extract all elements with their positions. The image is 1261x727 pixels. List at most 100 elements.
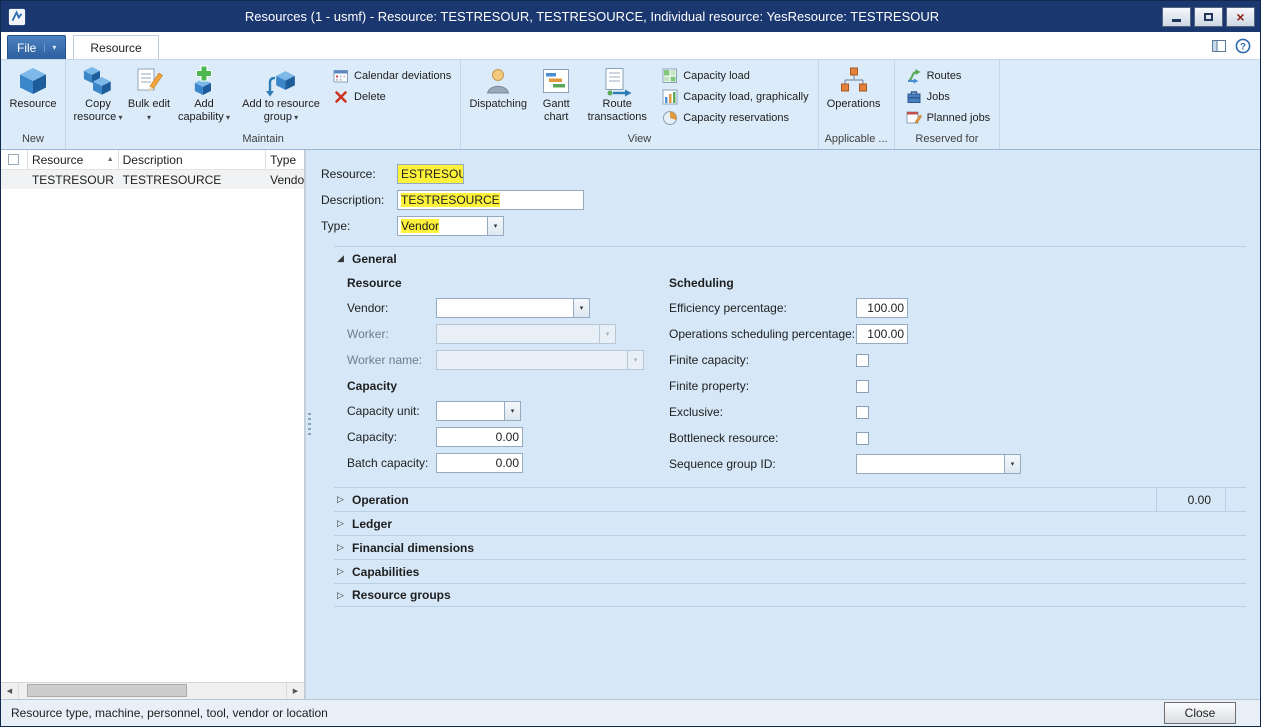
file-menu-button[interactable]: File ▾: [7, 35, 66, 59]
fasttab-sections: ◢ General Resource Vendor: ▾: [334, 246, 1246, 607]
grid-column-description[interactable]: Description: [119, 150, 266, 169]
capacity-field[interactable]: 0.00: [436, 427, 523, 447]
dropdown-arrow-icon[interactable]: ▾: [1004, 455, 1020, 473]
minimize-icon: [1172, 19, 1181, 22]
finite-capacity-checkbox[interactable]: [856, 354, 869, 367]
file-menu-caret-icon: ▾: [44, 43, 56, 52]
dropdown-arrow-icon[interactable]: ▾: [504, 402, 520, 420]
collapsed-arrow-icon: ▷: [335, 518, 346, 529]
operation-summary-value: 0.00: [1156, 488, 1226, 511]
bottleneck-resource-checkbox[interactable]: [856, 432, 869, 445]
collapsed-arrow-icon: ▷: [335, 566, 346, 577]
resource-cube-icon: [17, 65, 49, 97]
copy-resource-button[interactable]: Copy resource: [69, 61, 127, 132]
operations-button[interactable]: Operations: [822, 61, 886, 132]
splitter-handle-icon: [308, 413, 311, 437]
dropdown-arrow-icon[interactable]: ▾: [573, 299, 589, 317]
dropdown-arrow-icon: ▾: [599, 325, 615, 343]
layout-panes-icon[interactable]: [1210, 37, 1227, 54]
operations-scheduling-percentage-label: Operations scheduling percentage:: [669, 327, 856, 341]
type-combo[interactable]: Vendor ▾: [397, 216, 504, 236]
ribbon-group-label-view: View: [461, 132, 817, 149]
close-button[interactable]: Close: [1164, 702, 1236, 724]
jobs-button[interactable]: Jobs: [906, 88, 991, 106]
capacity-reservations-icon: [662, 110, 678, 126]
new-resource-button[interactable]: Resource: [4, 61, 62, 132]
section-general-header[interactable]: ◢ General: [334, 247, 1246, 270]
add-to-resource-group-button[interactable]: Add to resource group: [237, 61, 325, 132]
section-ledger-header[interactable]: ▷ Ledger: [334, 511, 1246, 535]
route-transactions-icon: [601, 65, 633, 97]
scroll-thumb[interactable]: [27, 684, 187, 697]
gantt-chart-button[interactable]: Gantt chart: [532, 61, 580, 132]
ribbon-group-maintain: Copy resource Bulk edit Add capability A…: [66, 60, 461, 149]
section-operation-header[interactable]: ▷ Operation 0.00: [334, 487, 1246, 511]
svg-text:?: ?: [1240, 41, 1246, 52]
maximize-button[interactable]: [1194, 7, 1223, 27]
resource-field[interactable]: ESTRESOUR: [397, 164, 464, 184]
menu-tab-row: File ▾ Resource ?: [1, 32, 1260, 60]
dropdown-arrow-icon[interactable]: ▾: [487, 217, 503, 235]
gantt-chart-icon: [540, 65, 572, 97]
worker-name-label: Worker name:: [347, 353, 436, 367]
batch-capacity-field[interactable]: 0.00: [436, 453, 523, 473]
scroll-track[interactable]: [19, 683, 286, 699]
panel-splitter[interactable]: [305, 150, 312, 699]
add-capability-icon: [188, 65, 220, 97]
select-all-checkbox[interactable]: [8, 154, 19, 165]
grid-column-resource[interactable]: Resource ▲: [28, 150, 119, 169]
section-financial-dimensions-header[interactable]: ▷ Financial dimensions: [334, 535, 1246, 559]
capacity-unit-label: Capacity unit:: [347, 404, 436, 418]
scroll-left-button[interactable]: ◀: [1, 683, 19, 699]
finite-capacity-label: Finite capacity:: [669, 353, 856, 367]
section-resource-groups-header[interactable]: ▷ Resource groups: [334, 583, 1246, 607]
grid-select-all-cell[interactable]: [1, 150, 28, 169]
capacity-label: Capacity:: [347, 430, 436, 444]
tab-resource[interactable]: Resource: [73, 35, 158, 59]
delete-button[interactable]: Delete: [333, 88, 451, 106]
grid-horizontal-scrollbar[interactable]: ◀ ▶: [1, 682, 304, 699]
exclusive-checkbox[interactable]: [856, 406, 869, 419]
sequence-group-id-combo[interactable]: ▾: [856, 454, 1021, 474]
route-transactions-button[interactable]: Route transactions: [580, 61, 654, 132]
capacity-load-graphically-button[interactable]: Capacity load, graphically: [662, 88, 808, 106]
collapsed-arrow-icon: ▷: [335, 590, 346, 601]
collapsed-arrow-icon: ▷: [335, 494, 346, 505]
bulk-edit-icon: [133, 65, 165, 97]
ribbon-group-applicable: Operations Applicable ...: [819, 60, 895, 149]
scroll-right-button[interactable]: ▶: [286, 683, 304, 699]
help-icon[interactable]: ?: [1234, 37, 1251, 54]
grid-empty-area: [1, 189, 304, 682]
dispatching-button[interactable]: Dispatching: [464, 61, 532, 132]
expanded-arrow-icon: ◢: [335, 253, 346, 264]
dispatching-icon: [482, 65, 514, 97]
capacity-unit-combo[interactable]: ▾: [436, 401, 521, 421]
bulk-edit-button[interactable]: Bulk edit: [127, 61, 171, 132]
efficiency-percentage-field[interactable]: 100.00: [856, 298, 908, 318]
resource-field-label: Resource:: [321, 167, 397, 181]
vendor-label: Vendor:: [347, 301, 436, 315]
operations-icon: [838, 65, 870, 97]
grid-header: Resource ▲ Description Type: [1, 150, 304, 170]
calendar-deviations-button[interactable]: Calendar deviations: [333, 67, 451, 85]
minimize-button[interactable]: [1162, 7, 1191, 27]
vendor-combo[interactable]: ▾: [436, 298, 590, 318]
planned-jobs-button[interactable]: Planned jobs: [906, 109, 991, 127]
capacity-reservations-button[interactable]: Capacity reservations: [662, 109, 808, 127]
status-text: Resource type, machine, personnel, tool,…: [11, 706, 328, 720]
finite-property-label: Finite property:: [669, 379, 856, 393]
grid-column-type[interactable]: Type: [266, 150, 304, 169]
finite-property-checkbox[interactable]: [856, 380, 869, 393]
section-capabilities-header[interactable]: ▷ Capabilities: [334, 559, 1246, 583]
capacity-load-button[interactable]: Capacity load: [662, 67, 808, 85]
description-field[interactable]: TESTRESOURCE: [397, 190, 584, 210]
worker-name-combo: ▾: [436, 350, 644, 370]
routes-button[interactable]: Routes: [906, 67, 991, 85]
operations-scheduling-percentage-field[interactable]: 100.00: [856, 324, 908, 344]
add-capability-button[interactable]: Add capability: [171, 61, 237, 132]
close-window-button[interactable]: ×: [1226, 7, 1255, 27]
table-row[interactable]: TESTRESOUR TESTRESOURCE Vendor: [1, 170, 304, 189]
resource-detail-panel: Resource: ESTRESOUR Description: TESTRES…: [312, 150, 1260, 699]
jobs-icon: [906, 89, 922, 105]
bottleneck-resource-label: Bottleneck resource:: [669, 431, 856, 445]
